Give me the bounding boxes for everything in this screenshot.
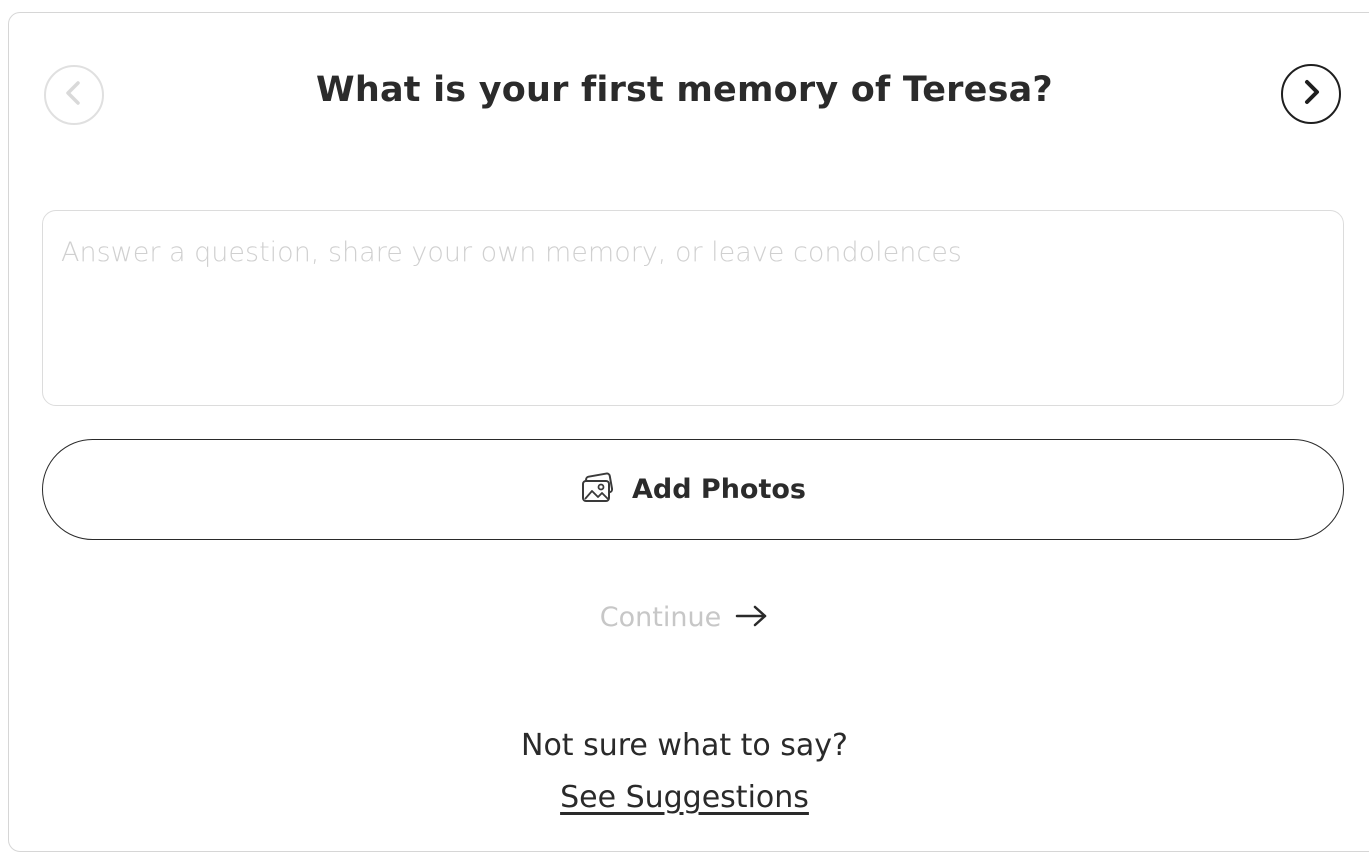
memory-card — [8, 12, 1369, 852]
arrow-right-icon — [735, 604, 769, 632]
continue-label: Continue — [599, 602, 722, 633]
suggestions-prompt: Not sure what to say? — [521, 728, 848, 763]
memory-answer-input[interactable] — [42, 210, 1344, 406]
add-photos-label: Add Photos — [631, 474, 807, 505]
question-title: What is your first memory of Teresa? — [316, 70, 1053, 110]
next-question-button[interactable] — [1281, 64, 1341, 124]
photos-icon — [580, 472, 616, 508]
see-suggestions-link[interactable]: See Suggestions — [0, 780, 1369, 815]
chevron-right-icon — [1299, 78, 1323, 110]
add-photos-button[interactable]: Add Photos — [42, 439, 1344, 540]
continue-button[interactable]: Continue — [0, 602, 1369, 633]
